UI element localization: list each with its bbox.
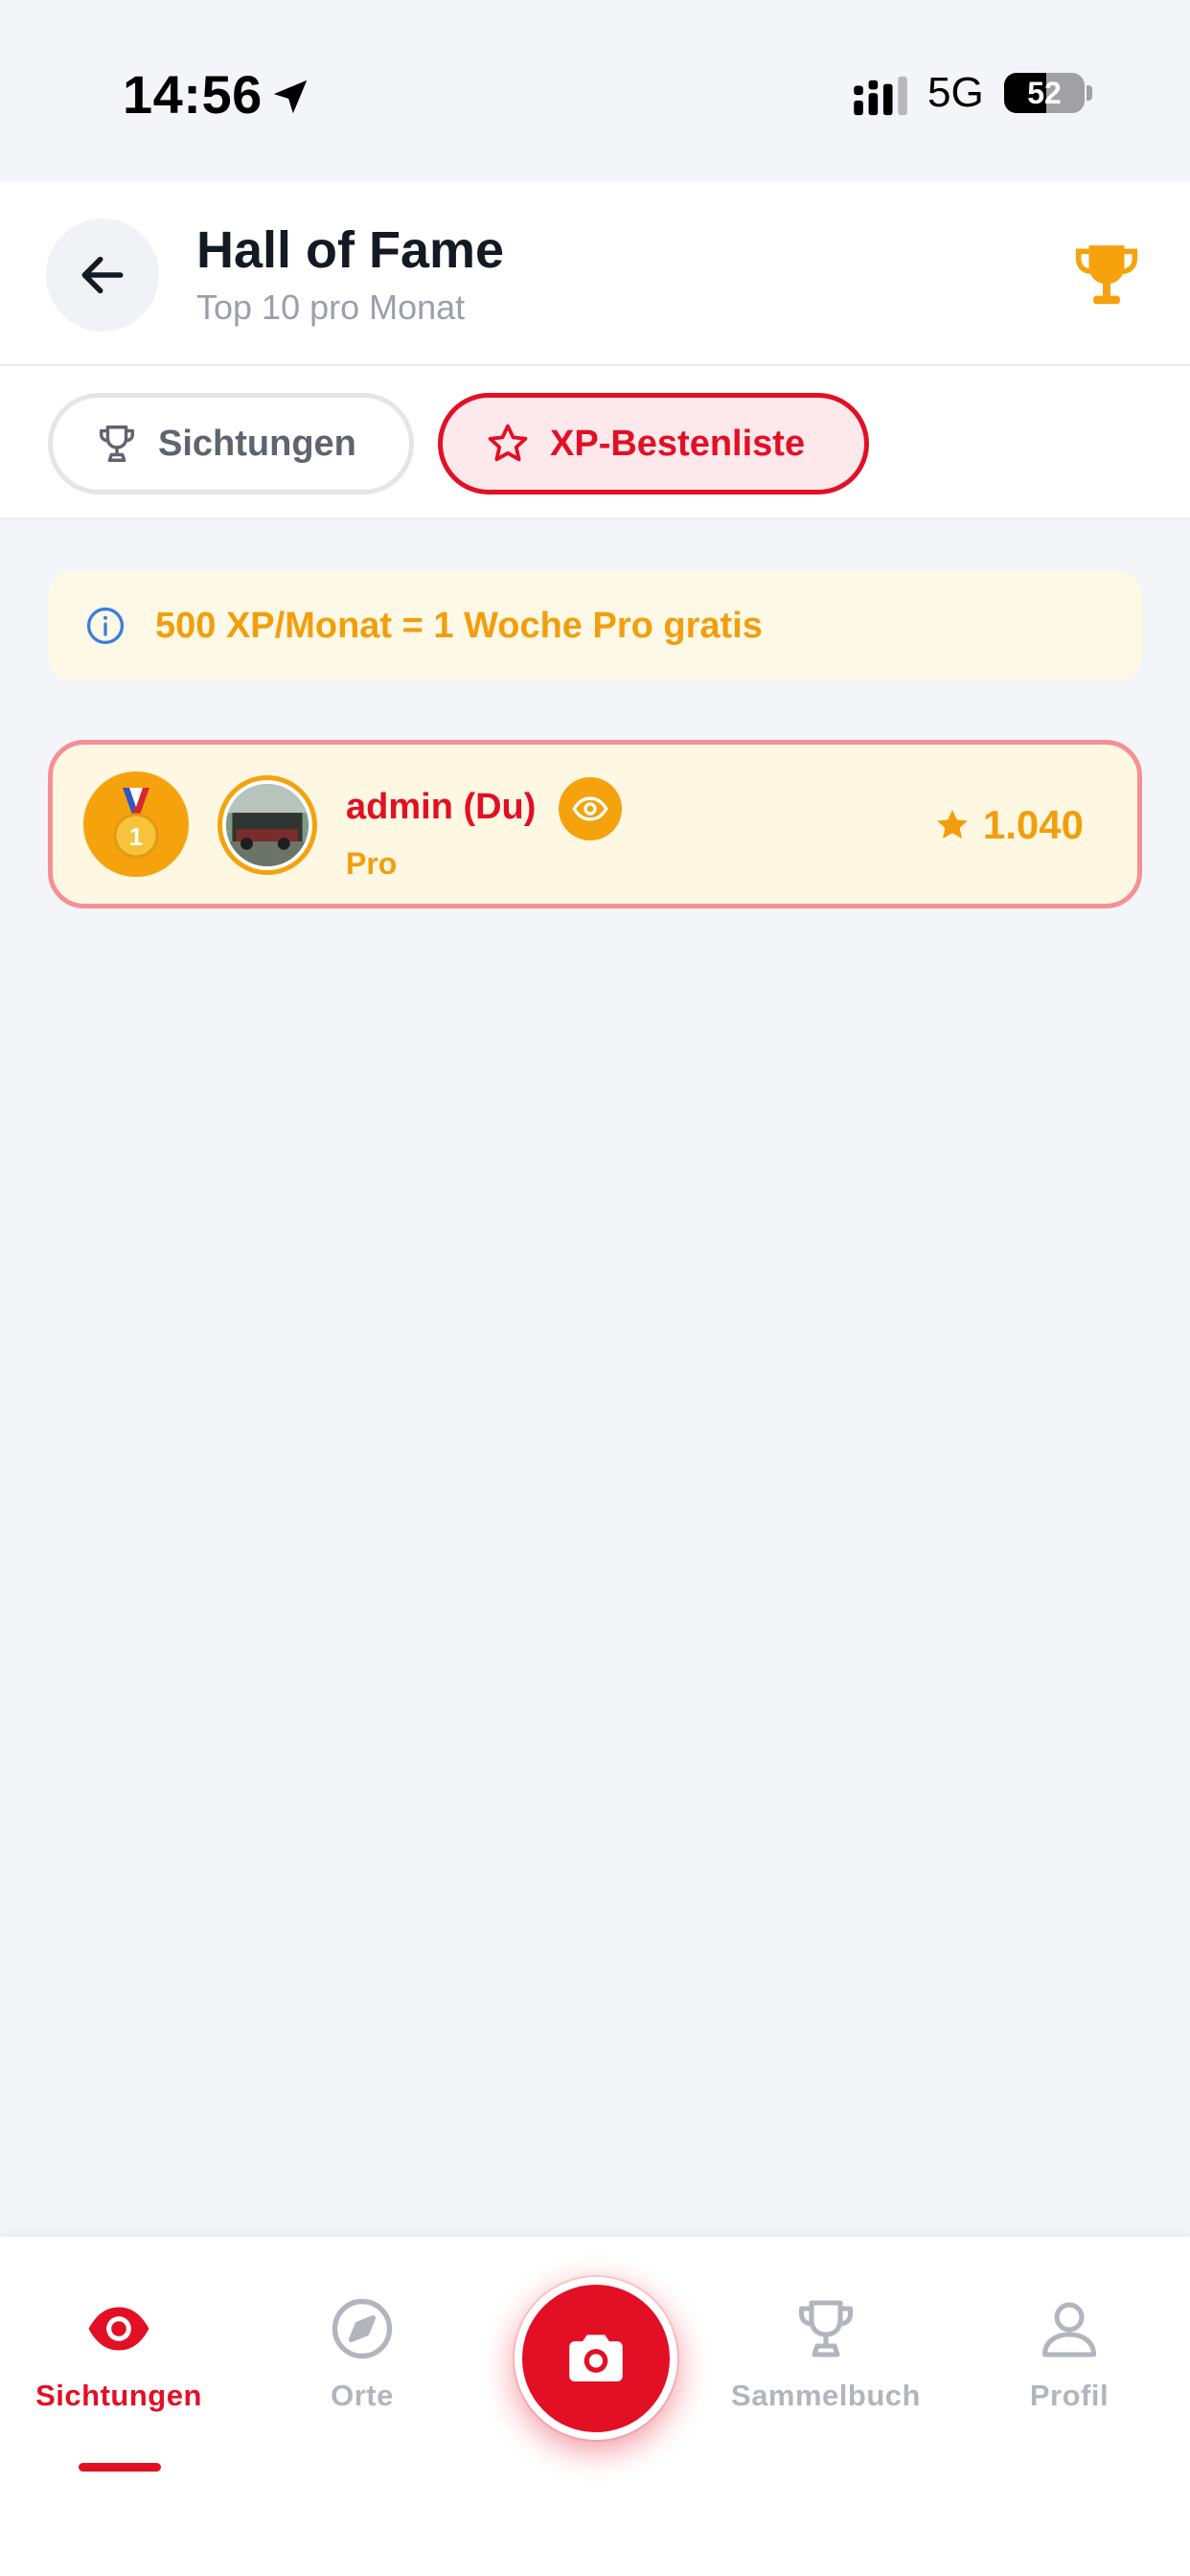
nav-places-label: Orte xyxy=(331,2379,394,2412)
nav-item-collection[interactable]: Sammelbuch xyxy=(721,2294,931,2428)
avatar-image xyxy=(226,784,309,866)
info-banner: 500 XP/Monat = 1 Woche Pro gratis xyxy=(48,571,1142,680)
status-time: 14:56 xyxy=(123,64,263,125)
leaderboard-entry[interactable]: 1 admin (Du) Pro 1.040 xyxy=(48,740,1142,908)
battery-cap xyxy=(1087,85,1092,101)
eye-icon xyxy=(572,796,608,821)
info-text: 500 XP/Monat = 1 Woche Pro gratis xyxy=(155,605,763,646)
bottom-nav: Sichtungen Orte Sammelbuch Profil xyxy=(0,2237,1190,2576)
nav-item-places[interactable]: Orte xyxy=(257,2294,468,2428)
nav-item-sightings[interactable]: Sichtungen xyxy=(13,2294,224,2428)
tab-sightings-label: Sichtungen xyxy=(158,423,356,464)
cellular-signal-icon xyxy=(854,76,907,116)
nav-profile-label: Profil xyxy=(1029,2379,1110,2412)
arrow-left-icon xyxy=(81,256,124,294)
camera-icon xyxy=(569,2334,623,2382)
rank-number: 1 xyxy=(129,822,143,851)
trophy-outline-icon xyxy=(798,2300,854,2358)
status-bar: 14:56 5G 52 xyxy=(0,0,1190,182)
user-icon xyxy=(1041,2302,1097,2358)
trophy-icon xyxy=(1075,245,1138,305)
location-arrow-icon xyxy=(273,80,308,114)
star-outline-icon xyxy=(488,424,528,462)
entry-xp-value: 1.040 xyxy=(982,802,1084,847)
entry-username: admin (Du) xyxy=(346,787,537,827)
tab-xp-leaderboard[interactable]: XP-Bestenliste xyxy=(438,393,869,494)
nav-sightings-label: Sichtungen xyxy=(35,2379,202,2412)
eye-icon xyxy=(88,2307,149,2351)
entry-tier: Pro xyxy=(346,846,398,881)
network-type: 5G xyxy=(927,69,984,116)
gold-medal-icon: 1 xyxy=(113,788,159,859)
tab-sightings[interactable]: Sichtungen xyxy=(48,393,414,494)
star-icon xyxy=(937,810,968,839)
back-button[interactable] xyxy=(46,218,159,332)
rank-badge: 1 xyxy=(83,771,189,877)
compass-icon xyxy=(332,2298,393,2359)
nav-active-indicator xyxy=(79,2463,161,2472)
header: Hall of Fame Top 10 pro Monat xyxy=(0,182,1190,366)
battery-icon: 52 xyxy=(1004,73,1085,113)
info-icon xyxy=(86,607,125,645)
nav-item-profile[interactable]: Profil xyxy=(964,2294,1175,2428)
entry-xp: 1.040 xyxy=(933,802,1084,848)
battery-level: 52 xyxy=(1027,76,1062,110)
tab-xp-label: XP-Bestenliste xyxy=(550,423,806,464)
trophy-outline-icon xyxy=(99,426,135,462)
page-title: Hall of Fame xyxy=(196,221,505,279)
tabs-row: Sichtungen XP-Bestenliste xyxy=(0,366,1190,519)
nav-collection-label: Sammelbuch xyxy=(731,2379,921,2412)
avatar xyxy=(217,775,317,875)
eye-badge xyxy=(559,777,622,840)
page-subtitle: Top 10 pro Monat xyxy=(196,288,466,327)
camera-button[interactable] xyxy=(515,2277,677,2440)
